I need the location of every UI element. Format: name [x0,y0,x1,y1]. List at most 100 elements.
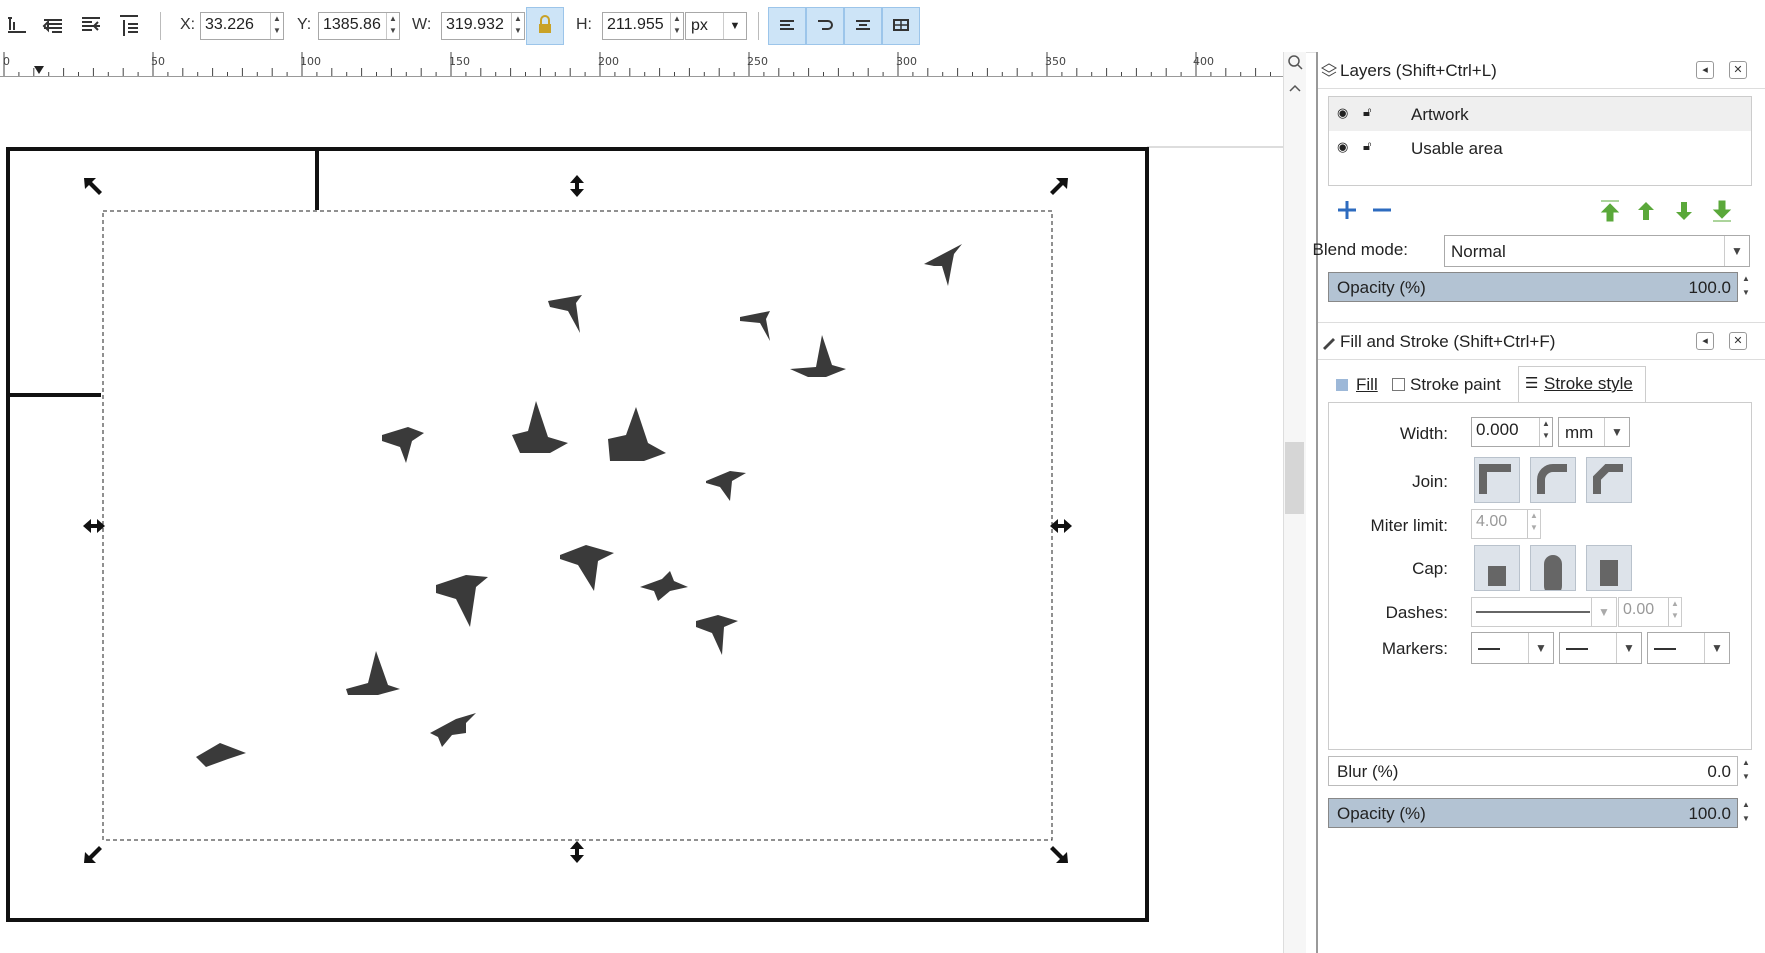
layer-to-top-icon[interactable] [1598,198,1622,224]
remove-layer-icon[interactable] [1370,198,1394,222]
blur-slider[interactable]: Blur (%) 0.0 [1328,756,1738,786]
lock-open-icon[interactable]: 🔓︎ [1363,138,1371,154]
add-layer-icon[interactable] [1335,198,1359,222]
x-spinbox[interactable]: ▲▼ [200,12,284,40]
end-marker-select[interactable]: ▼ [1647,632,1730,664]
h-spin-arrows[interactable]: ▲ ▼ [670,13,683,39]
horizontal-ruler[interactable]: 0 50 100 150 200 250 300 350 400 [0,52,1283,77]
canvas-artwork[interactable] [0,77,1283,953]
layer-name: Artwork [1411,105,1469,124]
lock-open-icon[interactable]: 🔓︎ [1363,104,1371,120]
miter-limit-input[interactable] [1472,510,1530,534]
blur-value: 0.0 [1707,762,1731,781]
eye-icon[interactable]: ◉ [1337,105,1348,121]
width-spin-arrows[interactable]: ▲ ▼ [1539,418,1552,446]
blur-spin-arrows[interactable]: ▲ ▼ [1739,756,1753,786]
iconify-button[interactable]: ◂ [1696,332,1714,350]
y-label: Y: [297,16,312,33]
tab-stroke-style[interactable]: ☰ Stroke style [1518,366,1646,403]
dash-offset-spin-arrows[interactable]: ▲ ▼ [1668,598,1681,626]
h-label: H: [576,16,592,33]
x-spin-arrows[interactable]: ▲ ▼ [270,13,283,39]
dash-offset-spinbox[interactable]: ▲▼ [1618,597,1682,627]
opacity-spin-arrows[interactable]: ▲ ▼ [1739,272,1753,302]
stroke-style-icon: ☰ [1525,375,1539,392]
tab-fill[interactable]: Fill [1328,368,1388,402]
raise-icon[interactable] [78,12,104,38]
miter-limit-spinbox[interactable]: ▲▼ [1471,509,1541,539]
cap-square-button[interactable] [1586,545,1632,591]
tab-stroke-paint[interactable]: Stroke paint [1388,368,1518,402]
w-input[interactable] [442,13,518,37]
blend-mode-select[interactable]: Normal ▼ [1444,235,1750,267]
opacity-label: Opacity (%) [1337,278,1426,297]
layers-list[interactable]: ◉ 🔓︎ Artwork ◉ 🔓︎ Usable area [1328,96,1752,186]
x-input[interactable] [201,13,275,37]
cap-square-icon [1600,560,1618,586]
ruler-label: 100 [300,55,321,68]
vertical-scrollbar[interactable] [1283,52,1306,953]
cap-butt-button[interactable] [1474,545,1520,591]
layer-row-usable-area[interactable]: ◉ 🔓︎ Usable area [1329,131,1751,165]
layer-opacity-slider[interactable]: Opacity (%) 100.0 [1328,272,1738,302]
h-spinbox[interactable]: ▲▼ [602,12,684,40]
iconify-button[interactable]: ◂ [1696,61,1714,79]
cap-label: Cap: [1412,559,1448,578]
scale-stroke-button[interactable] [768,7,806,45]
start-marker-select[interactable]: ▼ [1471,632,1554,664]
chevron-down-icon: ▼ [1591,598,1616,626]
y-spin-arrows[interactable]: ▲ ▼ [386,13,399,39]
ruler-label: 150 [449,55,470,68]
layer-to-bottom-icon[interactable] [1710,198,1734,224]
cap-round-button[interactable] [1530,545,1576,595]
miter-limit-label: Miter limit: [1370,516,1448,535]
cap-butt-icon [1488,566,1506,586]
object-opacity-slider[interactable]: Opacity (%) 100.0 [1328,798,1738,828]
layer-row-artwork[interactable]: ◉ 🔓︎ Artwork [1329,97,1751,131]
mid-marker-select[interactable]: ▼ [1559,632,1642,664]
transform-patterns-button[interactable] [882,7,920,45]
y-spinbox[interactable]: ▲▼ [318,12,400,40]
w-spinbox[interactable]: ▲▼ [441,12,525,40]
close-icon[interactable]: ✕ [1729,61,1747,79]
dash-pattern-select[interactable]: ▼ [1471,597,1617,627]
dash-offset-input[interactable] [1619,598,1671,622]
ruler-label: 50 [151,55,165,68]
join-round-button[interactable] [1530,457,1576,503]
join-bevel-icon [1593,464,1623,494]
raise-layer-icon[interactable] [1634,198,1658,224]
transform-gradients-button[interactable] [844,7,882,45]
blur-label: Blur (%) [1337,762,1399,781]
tool-controls-bar: X: ▲▼ Y: ▲▼ W: ▲▼ H: ▲▼ px ▼ [0,0,1765,53]
w-spin-arrows[interactable]: ▲ ▼ [511,13,524,39]
join-bevel-button[interactable] [1586,457,1632,503]
h-input[interactable] [603,13,677,37]
scale-corners-button[interactable] [806,7,844,45]
unit-select[interactable]: px ▼ [685,12,747,40]
opacity-spin-arrows[interactable]: ▲ ▼ [1739,798,1753,828]
raise-to-top-icon[interactable] [116,12,142,38]
lower-layer-icon[interactable] [1672,198,1696,224]
width-unit-select[interactable]: mm ▼ [1558,417,1630,447]
dashes-label: Dashes: [1385,603,1448,622]
cap-round-icon [1544,555,1562,595]
join-miter-button[interactable] [1474,457,1520,503]
layers-icon [1320,63,1338,77]
width-input[interactable] [1472,418,1542,442]
dock-panel: Layers (Shift+Ctrl+L) ◂ ✕ ◉ 🔓︎ Artwork ◉… [1313,52,1765,953]
y-input[interactable] [319,13,393,37]
drawing-canvas[interactable] [0,77,1283,953]
lower-icon[interactable] [40,12,66,38]
ruler-marker-icon [34,66,44,74]
align-bottom-icon[interactable] [4,12,30,38]
chevron-up-icon[interactable] [1284,80,1306,96]
zoom-icon[interactable] [1284,52,1306,74]
lock-ratio-button[interactable] [526,7,564,45]
ruler-label: 0 [3,55,10,68]
eye-icon[interactable]: ◉ [1337,139,1348,155]
close-icon[interactable]: ✕ [1729,332,1747,350]
miter-spin-arrows[interactable]: ▲ ▼ [1527,510,1540,538]
width-spinbox[interactable]: ▲▼ [1471,417,1553,447]
layers-title: Layers (Shift+Ctrl+L) [1340,61,1497,80]
gradient-icon [856,20,870,30]
